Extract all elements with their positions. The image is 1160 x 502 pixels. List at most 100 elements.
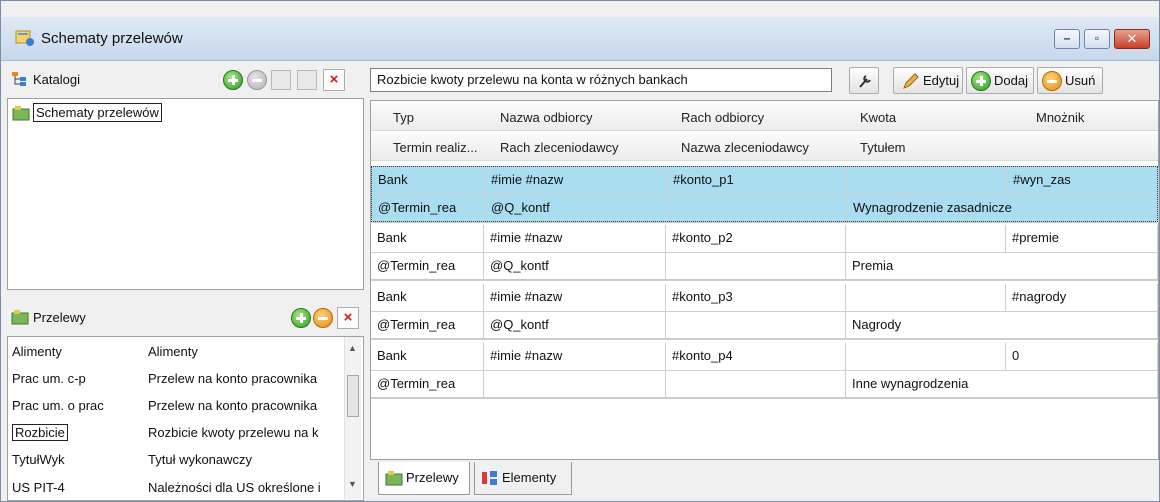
add-catalog-icon[interactable] [223, 70, 243, 90]
column-header[interactable]: Nazwa odbiorcy [500, 110, 593, 125]
tab-przelewy[interactable]: Przelewy [378, 462, 470, 495]
table-cell[interactable]: Bank [371, 343, 484, 371]
column-header[interactable]: Typ [393, 110, 414, 125]
table-cell[interactable]: @Termin_rea [371, 253, 484, 281]
table-cell[interactable] [666, 253, 846, 281]
katalogi-header: Katalogi × [7, 65, 365, 95]
table-cell[interactable]: #konto_p1 [667, 167, 847, 195]
table-cell[interactable] [846, 284, 1006, 312]
table-cell[interactable] [847, 167, 1007, 195]
column-header[interactable]: Rach odbiorcy [681, 110, 764, 125]
scheme-name-field[interactable]: Rozbicie kwoty przelewu na konta w różny… [370, 68, 832, 92]
table-cell[interactable] [846, 225, 1006, 253]
settings-button[interactable] [849, 67, 879, 94]
przelewy-list: Alimenty Alimenty Prac um. c-p Przelew n… [7, 336, 364, 501]
remove-catalog-icon[interactable] [247, 70, 267, 90]
table-cell[interactable]: @Termin_rea [372, 195, 485, 223]
list-item[interactable]: Prac um. o prac Przelew na konto pracown… [8, 394, 338, 418]
close-icon: ✕ [1126, 31, 1138, 46]
table-row[interactable]: @Termin_rea Inne wynagrodzenia [371, 371, 1158, 399]
table-row[interactable]: Bank #imie #nazw #konto_p4 0 [371, 343, 1158, 371]
table-cell[interactable]: #konto_p2 [666, 225, 846, 253]
table-cell[interactable]: #imie #nazw [484, 225, 666, 253]
table-record[interactable]: Bank #imie #nazw #konto_p1 #wyn_zas @Termin_… [371, 166, 1159, 223]
close-window-button[interactable]: ✕ [1114, 29, 1150, 49]
table-cell[interactable]: @Termin_rea [371, 371, 484, 399]
table-cell[interactable]: #premie [1006, 225, 1158, 253]
remove-transfer-icon[interactable] [313, 308, 333, 328]
delete-transfer-icon[interactable]: × [337, 307, 359, 329]
table-row[interactable]: @Termin_rea @Q_kontf Wynagrodzenie zasadni… [372, 195, 1159, 223]
table-cell[interactable]: #nagrody [1006, 284, 1158, 312]
add-button[interactable]: Dodaj [966, 67, 1034, 94]
table-cell[interactable]: 0 [1006, 343, 1158, 371]
item-desc: Przelew na konto pracownika [148, 371, 318, 386]
column-header[interactable]: Nazwa zleceniodawcy [681, 140, 809, 155]
table-cell[interactable]: #imie #nazw [484, 284, 666, 312]
edit-button[interactable]: Edytuj [893, 67, 963, 94]
add-transfer-icon[interactable] [291, 308, 311, 328]
table-cell[interactable] [484, 371, 666, 399]
katalogi-label: Katalogi [33, 72, 80, 87]
table-record[interactable]: Bank #imie #nazw #konto_p4 0 @Termin_rea Inne… [371, 343, 1158, 399]
table-cell[interactable]: Wynagrodzenie zasadnicze [847, 195, 1159, 223]
list-item[interactable]: Rozbicie Rozbicie kwoty przelewu na k [8, 421, 338, 445]
column-header[interactable]: Rach zleceniodawcy [500, 140, 619, 155]
table-row[interactable]: @Termin_rea @Q_kontf Nagrody [371, 312, 1158, 340]
table-cell[interactable]: #imie #nazw [484, 343, 666, 371]
table-cell[interactable]: Premia [846, 253, 1158, 281]
table-cell[interactable]: Inne wynagrodzenia [846, 371, 1158, 399]
add-label: Dodaj [994, 73, 1028, 88]
item-desc: Alimenty [148, 344, 198, 359]
scroll-down-icon[interactable]: ▼ [348, 479, 357, 489]
table-row[interactable]: Bank #imie #nazw #konto_p3 #nagrody [371, 284, 1158, 312]
remove-icon [1042, 71, 1062, 91]
table-row[interactable]: Bank #imie #nazw #konto_p2 #premie [371, 225, 1158, 253]
table-cell[interactable]: #imie #nazw [485, 167, 667, 195]
column-header[interactable]: Kwota [860, 110, 896, 125]
delete-button[interactable]: Usuń [1037, 67, 1103, 94]
column-header[interactable]: Tytułem [860, 140, 906, 155]
table-record[interactable]: Bank #imie #nazw #konto_p2 #premie @Termin_r… [371, 225, 1158, 281]
tab-elementy[interactable]: Elementy [474, 462, 572, 495]
paste-catalog-icon[interactable] [297, 70, 317, 90]
folder-icon [385, 471, 403, 486]
scroll-up-icon[interactable]: ▲ [348, 343, 357, 353]
table-row[interactable]: @Termin_rea @Q_kontf Premia [371, 253, 1158, 281]
list-item[interactable]: US PIT-4 Należności dla US określone i [8, 476, 338, 500]
table-cell[interactable] [667, 195, 847, 223]
table-cell[interactable]: Bank [371, 225, 484, 253]
list-item[interactable]: Alimenty Alimenty [8, 340, 338, 364]
delete-label: Usuń [1065, 73, 1096, 88]
table-cell[interactable] [846, 343, 1006, 371]
list-item[interactable]: Prac um. c-p Przelew na konto pracownika [8, 367, 338, 391]
table-cell[interactable]: @Termin_rea [371, 312, 484, 340]
table-cell[interactable]: Bank [372, 167, 485, 195]
minimize-icon: – [1063, 31, 1071, 45]
table-row[interactable]: Bank #imie #nazw #konto_p1 #wyn_zas [372, 167, 1159, 195]
item-desc: Należności dla US określone i [148, 480, 321, 495]
table-cell[interactable] [666, 312, 846, 340]
delete-catalog-icon[interactable]: × [323, 69, 345, 91]
tree-item-schematy[interactable]: Schematy przelewów [33, 103, 162, 122]
maximize-button[interactable]: ▫ [1084, 29, 1110, 49]
table-record[interactable]: Bank #imie #nazw #konto_p3 #nagrody @Termin_… [371, 284, 1158, 340]
column-header[interactable]: Mnożnik [1036, 110, 1084, 125]
table-cell[interactable]: #konto_p4 [666, 343, 846, 371]
table-cell[interactable]: #konto_p3 [666, 284, 846, 312]
table-cell[interactable]: @Q_kontf [484, 253, 666, 281]
add-icon [971, 71, 991, 91]
column-header[interactable]: Termin realiz... [393, 140, 478, 155]
table-cell[interactable]: Bank [371, 284, 484, 312]
table-cell[interactable]: Nagrody [846, 312, 1158, 340]
copy-catalog-icon[interactable] [271, 70, 291, 90]
table-cell[interactable]: #wyn_zas [1007, 167, 1159, 195]
table-cell[interactable] [666, 371, 846, 399]
item-desc: Rozbicie kwoty przelewu na k [148, 425, 319, 440]
list-scrollbar[interactable]: ▲ ▼ [344, 337, 361, 499]
list-item[interactable]: TytułWyk Tytuł wykonawczy [8, 448, 338, 472]
scroll-thumb[interactable] [347, 375, 359, 417]
table-cell[interactable]: @Q_kontf [485, 195, 667, 223]
table-cell[interactable]: @Q_kontf [484, 312, 666, 340]
minimize-button[interactable]: – [1054, 29, 1080, 49]
